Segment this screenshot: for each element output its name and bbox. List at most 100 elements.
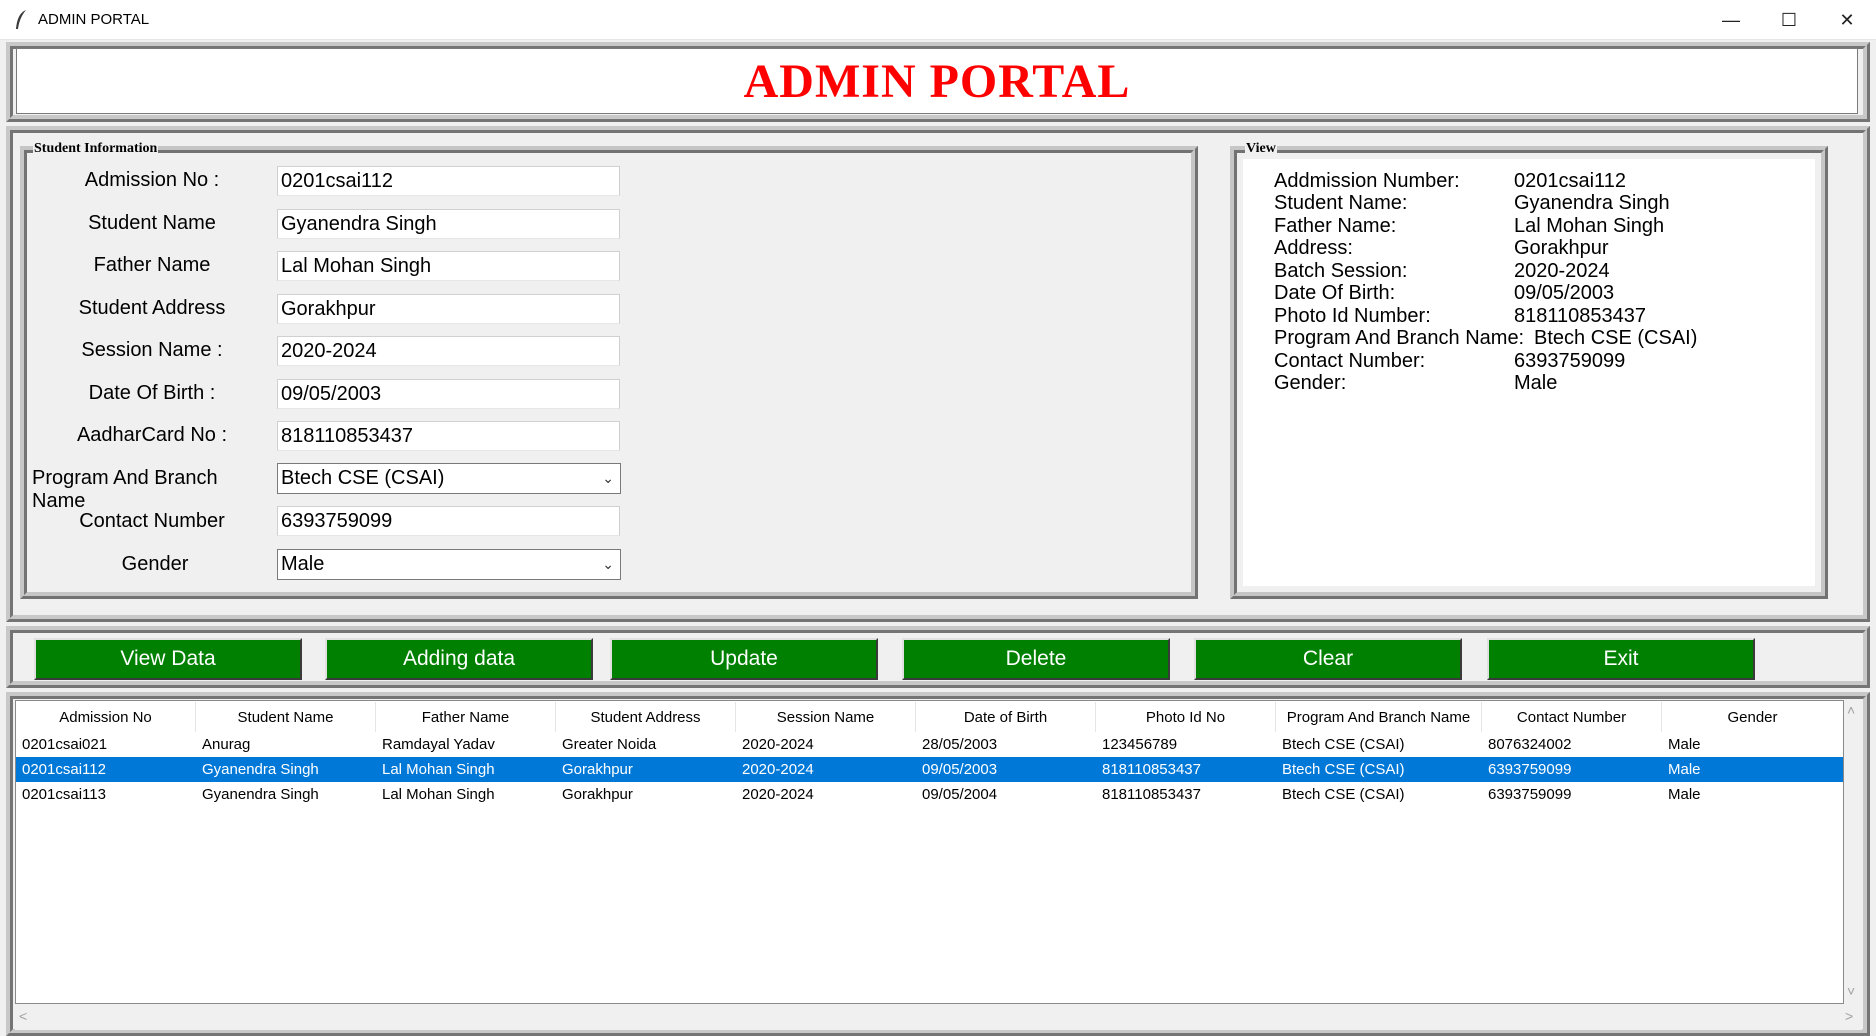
cell-program-branch: Btech CSE (CSAI) (1282, 736, 1405, 753)
view-value-gender: Male (1514, 372, 1558, 394)
label-student-name: Student Name (88, 212, 216, 234)
view-value-address: Gorakhpur (1514, 237, 1609, 259)
cell-father-name: Lal Mohan Singh (382, 786, 495, 803)
cell-gender: Male (1668, 736, 1701, 753)
view-label-date-of-birth: Date Of Birth: (1274, 282, 1396, 304)
cell-admission-no: 0201csai113 (22, 786, 106, 803)
adding-data-button[interactable]: Adding data (325, 638, 593, 680)
label-program-branch: Program And Branch Name (32, 467, 218, 512)
col-header-date-of-birth[interactable]: Date of Birth (916, 702, 1096, 732)
cell-session-name: 2020-2024 (742, 736, 814, 753)
view-label-contact: Contact Number: (1274, 350, 1426, 372)
date-of-birth-input[interactable]: 09/05/2003 (277, 379, 620, 409)
cell-photo-id: 123456789 (1102, 736, 1178, 753)
cell-contact-number: 6393759099 (1488, 761, 1572, 778)
minimize-button[interactable]: — (1702, 0, 1760, 40)
student-name-input[interactable]: Gyanendra Singh (277, 209, 620, 239)
view-value-date-of-birth: 09/05/2003 (1514, 282, 1615, 304)
minimize-icon: — (1722, 9, 1740, 30)
update-button[interactable]: Update (610, 638, 878, 680)
label-gender: Gender (121, 553, 189, 575)
cell-father-name: Ramdayal Yadav (382, 736, 495, 753)
view-label-photo-id: Photo Id Number: (1274, 305, 1431, 327)
clear-button[interactable]: Clear (1194, 638, 1462, 680)
col-header-student-name[interactable]: Student Name (196, 702, 376, 732)
label-admission-no: Admission No : (84, 169, 220, 191)
cell-admission-no: 0201csai112 (22, 761, 106, 778)
cell-gender: Male (1668, 761, 1701, 778)
horizontal-scrollbar[interactable]: ˂ ˃ (15, 1004, 1862, 1030)
scroll-up-icon[interactable]: ˄ (1847, 702, 1855, 718)
chevron-down-icon: ⌄ (602, 556, 614, 572)
cell-photo-id: 818110853437 (1102, 786, 1201, 803)
student-address-input[interactable]: Gorakhpur (277, 294, 620, 324)
view-value-program: Btech CSE (CSAI) (1534, 327, 1698, 349)
cell-program-branch: Btech CSE (CSAI) (1282, 786, 1405, 803)
cell-contact-number: 8076324002 (1488, 736, 1572, 753)
cell-gender: Male (1668, 786, 1701, 803)
col-header-photo-id[interactable]: Photo Id No (1096, 702, 1276, 732)
view-value-batch-session: 2020-2024 (1514, 260, 1610, 282)
col-header-father-name[interactable]: Father Name (376, 702, 556, 732)
cell-student-address: Gorakhpur (562, 761, 633, 778)
col-header-gender[interactable]: Gender (1662, 702, 1843, 732)
maximize-button[interactable]: ☐ (1760, 0, 1818, 40)
cell-session-name: 2020-2024 (742, 761, 814, 778)
view-label-address: Address: (1274, 237, 1353, 259)
col-header-admission-no[interactable]: Admission No (16, 702, 196, 732)
label-date-of-birth: Date Of Birth : (88, 382, 216, 404)
cell-contact-number: 6393759099 (1488, 786, 1572, 803)
view-label-batch-session: Batch Session: (1274, 260, 1408, 282)
close-button[interactable]: ✕ (1818, 0, 1876, 40)
session-name-input[interactable]: 2020-2024 (277, 336, 620, 366)
gender-select[interactable]: Male ⌄ (277, 549, 621, 580)
cell-date-of-birth: 28/05/2003 (922, 736, 998, 753)
cell-date-of-birth: 09/05/2003 (922, 761, 998, 778)
view-value-father-name: Lal Mohan Singh (1514, 215, 1665, 237)
col-header-session-name[interactable]: Session Name (736, 702, 916, 732)
program-branch-select[interactable]: Btech CSE (CSAI) ⌄ (277, 463, 621, 494)
view-label-program: Program And Branch Name: (1274, 327, 1525, 349)
col-header-contact-number[interactable]: Contact Number (1482, 702, 1662, 732)
student-info-legend: Student Information (33, 141, 159, 157)
view-label-father-name: Father Name: (1274, 215, 1397, 237)
father-name-input[interactable]: Lal Mohan Singh (277, 251, 620, 281)
cell-session-name: 2020-2024 (742, 786, 814, 803)
vertical-scrollbar[interactable]: ˄ ˅ (1844, 700, 1862, 1004)
page-title: ADMIN PORTAL (743, 54, 1131, 108)
contact-number-input[interactable]: 6393759099 (277, 506, 620, 536)
view-label-admission: Addmission Number: (1274, 170, 1460, 192)
cell-program-branch: Btech CSE (CSAI) (1282, 761, 1405, 778)
col-header-student-address[interactable]: Student Address (556, 702, 736, 732)
maximize-icon: ☐ (1780, 9, 1798, 30)
window-title-bar[interactable] (0, 0, 1876, 40)
view-label-gender: Gender: (1274, 372, 1347, 394)
view-data-button[interactable]: View Data (34, 638, 302, 680)
view-legend: View (1245, 141, 1277, 157)
cell-student-address: Greater Noida (562, 736, 657, 753)
scroll-right-icon[interactable]: ˃ (1845, 1008, 1853, 1024)
cell-date-of-birth: 09/05/2004 (922, 786, 998, 803)
label-aadharcard-no: AadharCard No : (76, 424, 228, 446)
admission-no-input[interactable]: 0201csai112 (277, 166, 620, 196)
cell-student-address: Gorakhpur (562, 786, 633, 803)
label-student-address: Student Address (78, 297, 226, 319)
delete-button[interactable]: Delete (902, 638, 1170, 680)
label-contact-number: Contact Number (79, 510, 225, 532)
cell-admission-no: 0201csai021 (22, 736, 108, 753)
col-header-program-branch[interactable]: Program And Branch Name (1276, 702, 1482, 732)
aadharcard-no-input[interactable]: 818110853437 (277, 421, 620, 451)
cell-student-name: Anurag (202, 736, 251, 753)
view-value-contact: 6393759099 (1514, 350, 1626, 372)
view-value-photo-id: 818110853437 (1514, 305, 1646, 327)
window-title: ADMIN PORTAL (38, 11, 150, 28)
cell-student-name: Gyanendra Singh (202, 786, 319, 803)
cell-father-name: Lal Mohan Singh (382, 761, 495, 778)
cell-photo-id: 818110853437 (1102, 761, 1201, 778)
scroll-left-icon[interactable]: ˂ (19, 1008, 27, 1024)
scroll-down-icon[interactable]: ˅ (1847, 983, 1855, 999)
program-branch-value: Btech CSE (CSAI) (281, 467, 445, 489)
gender-value: Male (281, 553, 325, 575)
feather-icon (16, 10, 26, 29)
exit-button[interactable]: Exit (1487, 638, 1755, 680)
